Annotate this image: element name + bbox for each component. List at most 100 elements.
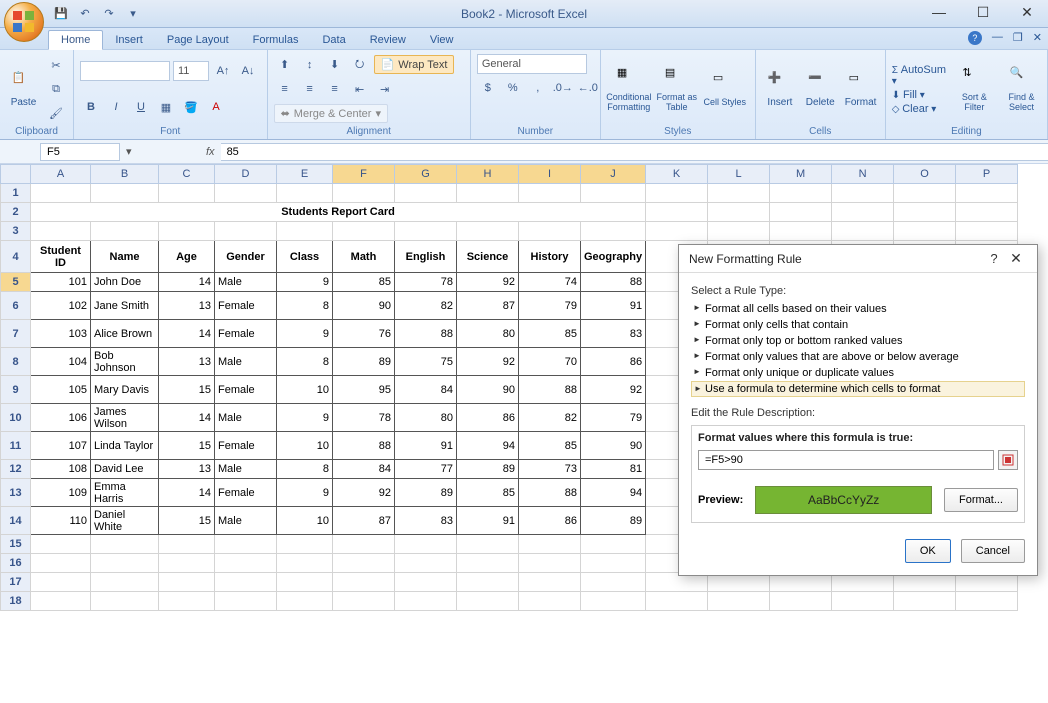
row-header-7[interactable]: 7 <box>1 320 31 348</box>
row-header-11[interactable]: 11 <box>1 432 31 460</box>
cell[interactable]: 14 <box>159 404 215 432</box>
cell[interactable]: 88 <box>581 273 646 292</box>
cell[interactable]: 77 <box>395 460 457 479</box>
autosum-button[interactable]: Σ AutoSum ▾ <box>892 64 947 87</box>
cell[interactable]: 94 <box>457 432 519 460</box>
cell[interactable]: David Lee <box>91 460 159 479</box>
header-class[interactable]: Class <box>277 241 333 273</box>
rule-type-option[interactable]: Use a formula to determine which cells t… <box>691 381 1025 397</box>
cell[interactable]: 9 <box>277 273 333 292</box>
cell[interactable]: 81 <box>581 460 646 479</box>
cell[interactable]: 10 <box>277 376 333 404</box>
col-header-J[interactable]: J <box>581 165 646 184</box>
align-top-icon[interactable]: ⬆ <box>274 55 296 75</box>
orientation-icon[interactable]: ⭮ <box>349 55 371 75</box>
tab-home[interactable]: Home <box>48 30 103 50</box>
cell[interactable]: 90 <box>457 376 519 404</box>
rule-type-option[interactable]: Format only cells that contain <box>691 317 1025 333</box>
comma-icon[interactable]: , <box>527 78 549 98</box>
cell[interactable]: John Doe <box>91 273 159 292</box>
col-header-E[interactable]: E <box>277 165 333 184</box>
office-button[interactable] <box>4 2 44 42</box>
cell[interactable]: 8 <box>277 348 333 376</box>
cell[interactable]: 86 <box>581 348 646 376</box>
cell[interactable]: 80 <box>395 404 457 432</box>
cell[interactable]: 108 <box>31 460 91 479</box>
cell[interactable]: 74 <box>519 273 581 292</box>
col-header-H[interactable]: H <box>457 165 519 184</box>
cell[interactable]: 13 <box>159 348 215 376</box>
conditional-formatting-button[interactable]: ▦Conditional Formatting <box>607 66 651 112</box>
cell[interactable]: 15 <box>159 376 215 404</box>
format-as-table-button[interactable]: ▤Format as Table <box>655 66 699 112</box>
decrease-indent-icon[interactable]: ⇤ <box>349 79 371 99</box>
cell[interactable]: Female <box>215 292 277 320</box>
dialog-close-icon[interactable]: ✕ <box>1005 250 1027 267</box>
row-header-8[interactable]: 8 <box>1 348 31 376</box>
cell[interactable]: Alice Brown <box>91 320 159 348</box>
header-english[interactable]: English <box>395 241 457 273</box>
row-header-10[interactable]: 10 <box>1 404 31 432</box>
bold-icon[interactable]: B <box>80 97 102 117</box>
cell[interactable]: 86 <box>519 507 581 535</box>
row-header-2[interactable]: 2 <box>1 203 31 222</box>
cell[interactable]: 106 <box>31 404 91 432</box>
cell[interactable]: Female <box>215 432 277 460</box>
increase-indent-icon[interactable]: ⇥ <box>374 79 396 99</box>
cell[interactable]: Female <box>215 320 277 348</box>
cell[interactable]: Male <box>215 348 277 376</box>
row-header-16[interactable]: 16 <box>1 554 31 573</box>
cell[interactable]: Emma Harris <box>91 479 159 507</box>
clear-button[interactable]: ◇ Clear ▾ <box>892 103 947 115</box>
save-icon[interactable]: 💾 <box>52 5 70 23</box>
find-select-button[interactable]: 🔍Find & Select <box>1002 66 1041 112</box>
delete-cells-button[interactable]: ➖Delete <box>802 71 838 108</box>
cell[interactable]: 89 <box>395 479 457 507</box>
help-icon[interactable]: ? <box>968 31 982 45</box>
col-header-D[interactable]: D <box>215 165 277 184</box>
cut-icon[interactable]: ✂ <box>45 55 67 75</box>
row-header-4[interactable]: 4 <box>1 241 31 273</box>
namebox-dropdown-icon[interactable]: ▾ <box>126 145 132 158</box>
cell[interactable]: 88 <box>519 479 581 507</box>
align-left-icon[interactable]: ≡ <box>274 79 296 99</box>
cell[interactable]: 90 <box>333 292 395 320</box>
decrease-decimal-icon[interactable]: ←.0 <box>577 78 599 98</box>
tab-page-layout[interactable]: Page Layout <box>155 31 241 49</box>
row-header-14[interactable]: 14 <box>1 507 31 535</box>
close-workbook-icon[interactable]: ✕ <box>1033 31 1042 45</box>
col-header-K[interactable]: K <box>646 165 708 184</box>
cell-styles-button[interactable]: ▭Cell Styles <box>703 71 747 107</box>
cell[interactable]: Male <box>215 507 277 535</box>
cell[interactable]: 10 <box>277 507 333 535</box>
cell[interactable]: 78 <box>333 404 395 432</box>
header-name[interactable]: Name <box>91 241 159 273</box>
tab-review[interactable]: Review <box>358 31 418 49</box>
fill-color-icon[interactable]: 🪣 <box>180 97 202 117</box>
cell[interactable]: Daniel White <box>91 507 159 535</box>
border-icon[interactable]: ▦ <box>155 97 177 117</box>
cell[interactable]: 82 <box>519 404 581 432</box>
align-center-icon[interactable]: ≡ <box>299 79 321 99</box>
cell[interactable]: 83 <box>581 320 646 348</box>
currency-icon[interactable]: $ <box>477 78 499 98</box>
increase-font-icon[interactable]: A↑ <box>212 61 234 81</box>
increase-decimal-icon[interactable]: .0→ <box>552 78 574 98</box>
cell[interactable]: 89 <box>457 460 519 479</box>
header-history[interactable]: History <box>519 241 581 273</box>
cell[interactable]: 87 <box>333 507 395 535</box>
col-header-A[interactable]: A <box>31 165 91 184</box>
underline-icon[interactable]: U <box>130 97 152 117</box>
tab-view[interactable]: View <box>418 31 466 49</box>
cell[interactable]: 85 <box>519 432 581 460</box>
row-header-3[interactable]: 3 <box>1 222 31 241</box>
restore-window-icon[interactable]: ❐ <box>1013 31 1023 45</box>
cell[interactable]: Female <box>215 479 277 507</box>
rule-type-option[interactable]: Format only top or bottom ranked values <box>691 333 1025 349</box>
tab-data[interactable]: Data <box>310 31 357 49</box>
header-geography[interactable]: Geography <box>581 241 646 273</box>
row-header-18[interactable]: 18 <box>1 592 31 611</box>
header-gender[interactable]: Gender <box>215 241 277 273</box>
cell[interactable]: 79 <box>581 404 646 432</box>
cell[interactable]: 109 <box>31 479 91 507</box>
